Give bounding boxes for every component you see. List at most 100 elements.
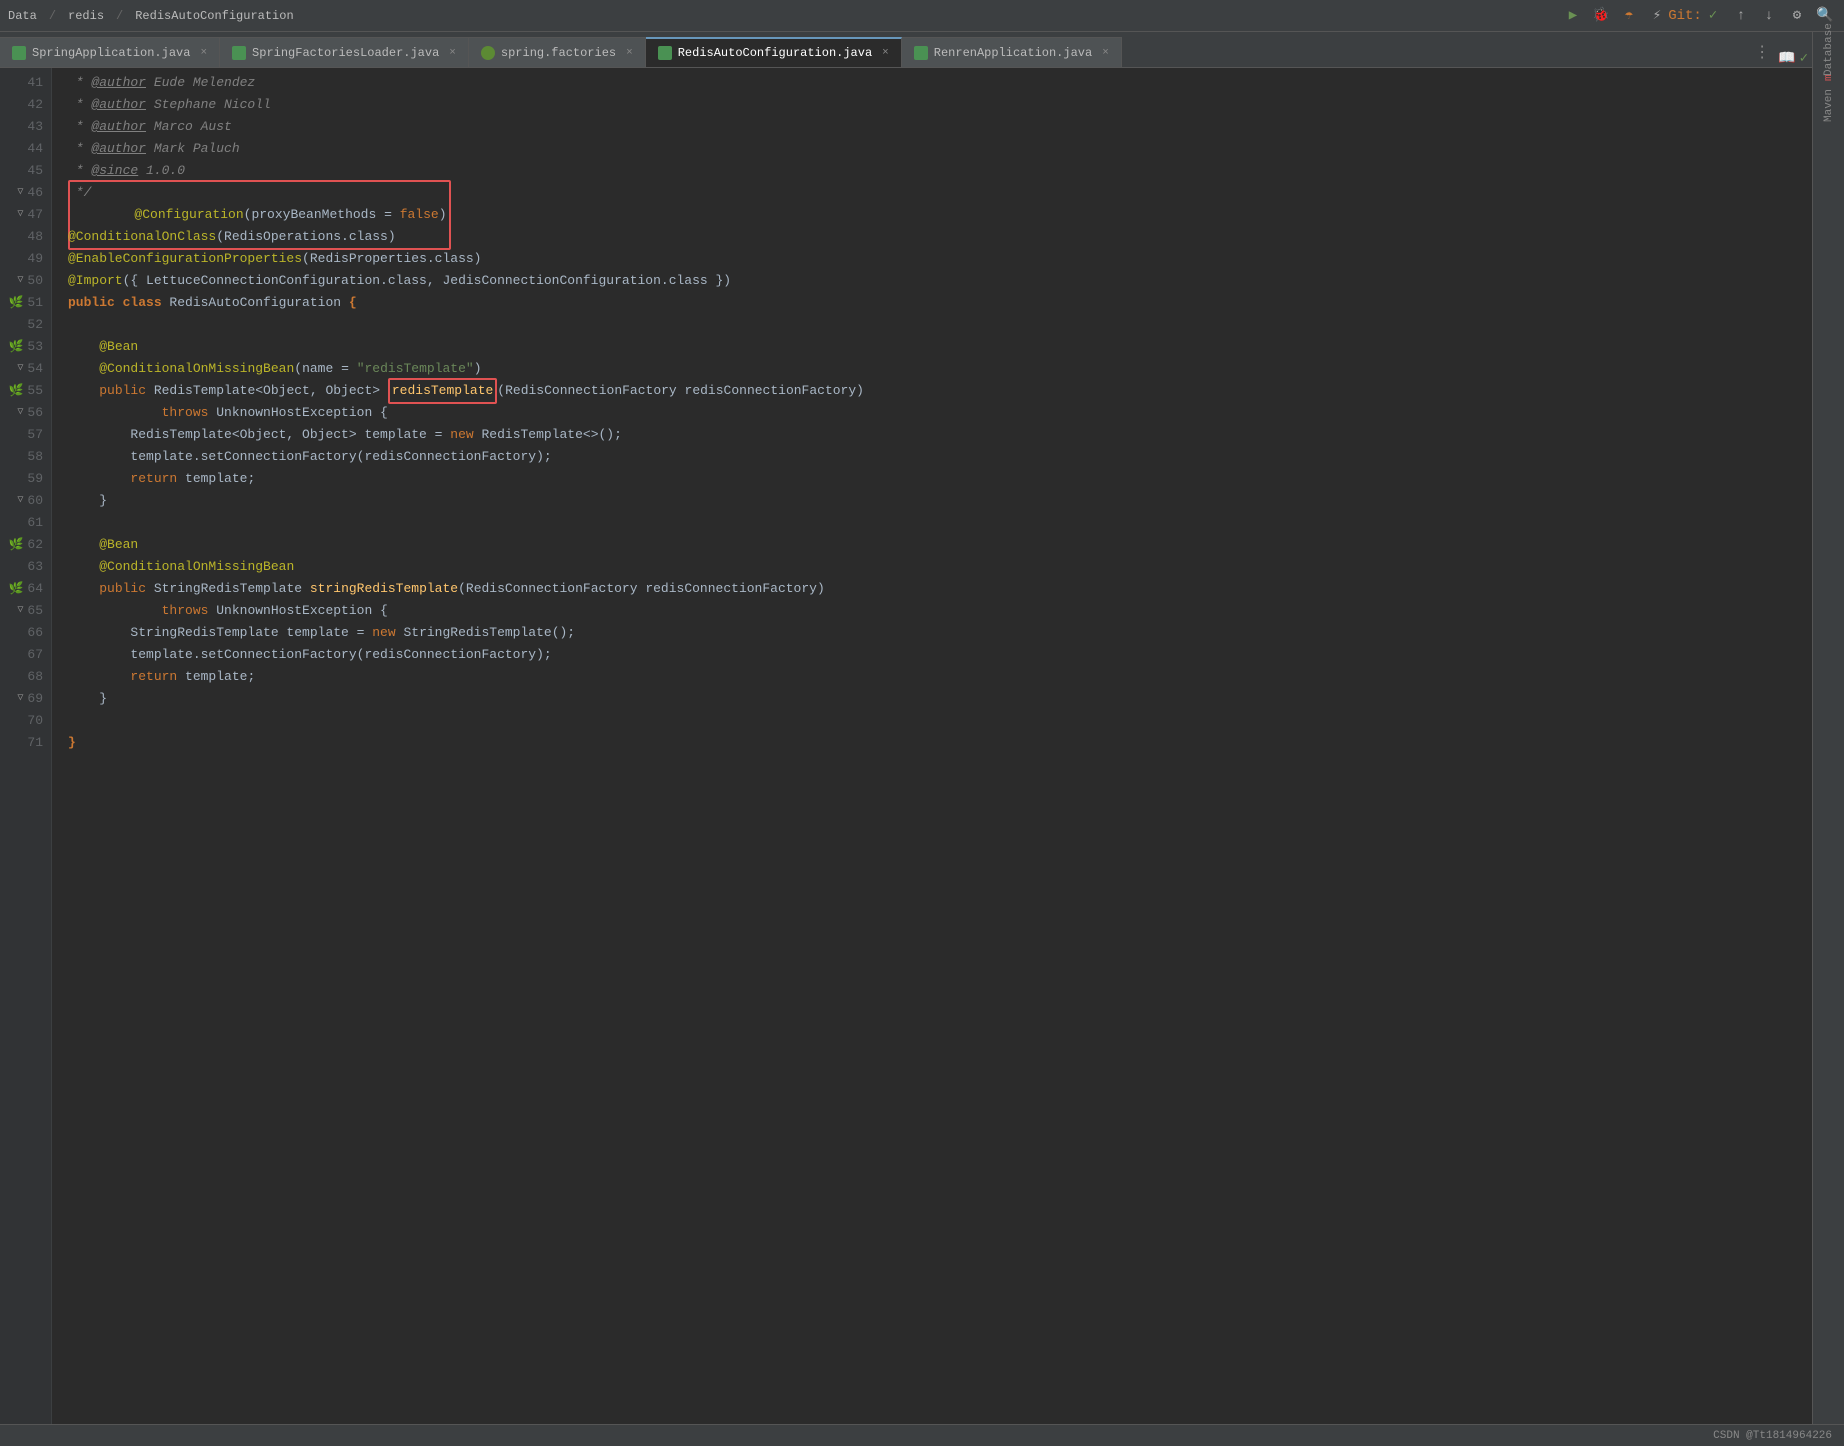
- line-num-63: 63: [0, 556, 51, 578]
- bean-icon-53: 🌿: [8, 336, 23, 358]
- line-num-57: 57: [0, 424, 51, 446]
- code-line-67: template.setConnectionFactory(redisConne…: [68, 644, 1834, 666]
- code-line-57: RedisTemplate<Object, Object> template =…: [68, 424, 1834, 446]
- fold-icon-50[interactable]: ▽: [17, 270, 23, 292]
- line-num-48: 48: [0, 226, 51, 248]
- code-line-54: @ConditionalOnMissingBean(name = "redisT…: [68, 358, 1834, 380]
- line-num-53: 🌿 53: [0, 336, 51, 358]
- tab-close-spring-factories[interactable]: ×: [626, 47, 633, 59]
- fold-icon-47[interactable]: ▽: [17, 204, 23, 226]
- line-num-68: 68: [0, 666, 51, 688]
- code-line-64: public StringRedisTemplate stringRedisTe…: [68, 578, 1834, 600]
- line-num-51: 🌿 51: [0, 292, 51, 314]
- git-checkmark[interactable]: ✓: [1702, 5, 1724, 27]
- coverage-button[interactable]: ☂: [1618, 5, 1640, 27]
- line-num-71: 71: [0, 732, 51, 754]
- code-line-47: @Configuration(proxyBeanMethods = false): [68, 204, 1834, 226]
- tab-close-renren[interactable]: ×: [1102, 47, 1109, 59]
- code-line-62: @Bean: [68, 534, 1834, 556]
- line-num-52: 52: [0, 314, 51, 336]
- debug-button[interactable]: 🐞: [1590, 5, 1612, 27]
- bean-icon-51: 🌿: [8, 292, 23, 314]
- right-sidebar: Database m Maven: [1812, 32, 1844, 1446]
- tab-spring-application[interactable]: SpringApplication.java ×: [0, 37, 220, 67]
- line-num-62: 🌿 62: [0, 534, 51, 556]
- check-icon[interactable]: ✓: [1800, 50, 1808, 67]
- top-bar: Data / redis / RedisAutoConfiguration ▶ …: [0, 0, 1844, 32]
- code-line-44: * @author Mark Paluch: [68, 138, 1834, 160]
- fold-icon-65[interactable]: ▽: [17, 600, 23, 622]
- code-line-61: [68, 512, 1834, 534]
- breadcrumb-redis[interactable]: redis: [68, 9, 104, 23]
- breadcrumb-data[interactable]: Data: [8, 9, 37, 23]
- code-content: * @author Eude Melendez * @author Stepha…: [52, 68, 1834, 1446]
- line-num-60: ▽ 60: [0, 490, 51, 512]
- sidebar-maven[interactable]: m: [1815, 68, 1843, 88]
- bookmark-icon[interactable]: 📖: [1778, 50, 1795, 67]
- tab-spring-factories[interactable]: spring.factories ×: [469, 37, 646, 67]
- git-push[interactable]: ↑: [1730, 5, 1752, 27]
- method-highlight-55: redisTemplate: [388, 378, 497, 404]
- settings-button[interactable]: ⚙: [1786, 5, 1808, 27]
- fold-icon-69[interactable]: ▽: [17, 688, 23, 710]
- tab-spring-factories-loader[interactable]: SpringFactoriesLoader.java ×: [220, 37, 469, 67]
- line-num-59: 59: [0, 468, 51, 490]
- line-num-45: 45: [0, 160, 51, 182]
- status-bar: CSDN @Tt1814964226: [0, 1424, 1844, 1446]
- tab-close-redis-auto[interactable]: ×: [882, 47, 889, 59]
- code-area: 41 42 43 44 45 ▽ 46 ▽ 47 48 49 ▽ 50 🌿 51: [0, 68, 1844, 1446]
- line-num-43: 43: [0, 116, 51, 138]
- fold-icon-56[interactable]: ▽: [17, 402, 23, 424]
- code-line-69: }: [68, 688, 1834, 710]
- profile-button[interactable]: ⚡: [1646, 5, 1668, 27]
- bean-icon-55: 🌿: [8, 380, 23, 402]
- line-num-58: 58: [0, 446, 51, 468]
- line-num-50: ▽ 50: [0, 270, 51, 292]
- line-numbers: 41 42 43 44 45 ▽ 46 ▽ 47 48 49 ▽ 50 🌿 51: [0, 68, 52, 1446]
- tab-icon-factories-loader: [232, 46, 246, 60]
- code-line-56: throws UnknownHostException {: [68, 402, 1834, 424]
- git-fetch[interactable]: ↓: [1758, 5, 1780, 27]
- code-line-65: throws UnknownHostException {: [68, 600, 1834, 622]
- line-num-44: 44: [0, 138, 51, 160]
- bean-icon-64: 🌿: [8, 578, 23, 600]
- line-num-61: 61: [0, 512, 51, 534]
- tabs-more-button[interactable]: ⋮: [1746, 37, 1778, 67]
- code-line-55: public RedisTemplate<Object, Object> red…: [68, 380, 1834, 402]
- fold-icon-60[interactable]: ▽: [17, 490, 23, 512]
- code-line-52: [68, 314, 1834, 336]
- code-line-48: @ConditionalOnClass(RedisOperations.clas…: [68, 226, 1834, 248]
- line-num-42: 42: [0, 94, 51, 116]
- line-num-69: ▽ 69: [0, 688, 51, 710]
- bean-icon-62: 🌿: [8, 534, 23, 556]
- sidebar-maven-label[interactable]: Maven: [1815, 96, 1843, 116]
- code-line-45: * @since 1.0.0: [68, 160, 1834, 182]
- tab-renren-app[interactable]: RenrenApplication.java ×: [902, 37, 1122, 67]
- run-button[interactable]: ▶: [1562, 5, 1584, 27]
- code-line-68: return template;: [68, 666, 1834, 688]
- code-line-63: @ConditionalOnMissingBean: [68, 556, 1834, 578]
- code-line-58: template.setConnectionFactory(redisConne…: [68, 446, 1834, 468]
- line-num-47: ▽ 47: [0, 204, 51, 226]
- breadcrumb-redis-auto-config[interactable]: RedisAutoConfiguration: [135, 9, 293, 23]
- line-num-70: 70: [0, 710, 51, 732]
- tab-redis-auto-config[interactable]: RedisAutoConfiguration.java ×: [646, 37, 902, 67]
- line-num-54: ▽ 54: [0, 358, 51, 380]
- git-button[interactable]: Git:: [1674, 5, 1696, 27]
- line-num-46: ▽ 46: [0, 182, 51, 204]
- line-num-64: 🌿 64: [0, 578, 51, 600]
- code-line-71: }: [68, 732, 1834, 754]
- tab-close-spring-app[interactable]: ×: [200, 47, 207, 59]
- fold-icon-46[interactable]: ▽: [17, 182, 23, 204]
- tab-close-factories-loader[interactable]: ×: [449, 47, 456, 59]
- code-line-60: }: [68, 490, 1834, 512]
- fold-icon-54[interactable]: ▽: [17, 358, 23, 380]
- tabs-bar: SpringApplication.java × SpringFactories…: [0, 32, 1844, 68]
- code-line-53: @Bean: [68, 336, 1834, 358]
- code-line-59: return template;: [68, 468, 1834, 490]
- sidebar-database[interactable]: Database: [1815, 40, 1843, 60]
- code-line-70: [68, 710, 1834, 732]
- code-line-41: * @author Eude Melendez: [68, 72, 1834, 94]
- code-line-43: * @author Marco Aust: [68, 116, 1834, 138]
- code-line-42: * @author Stephane Nicoll: [68, 94, 1834, 116]
